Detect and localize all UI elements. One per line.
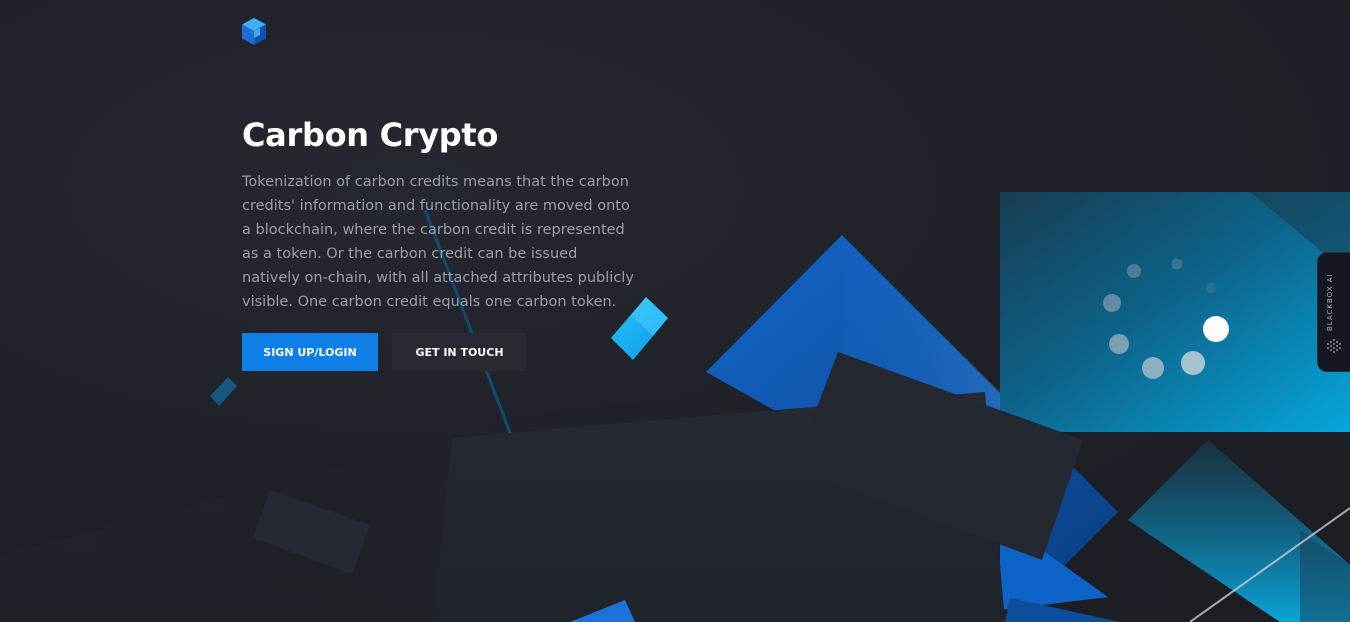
page-title: Carbon Crypto (242, 116, 499, 154)
hero-description: Tokenization of carbon credits means tha… (242, 174, 634, 310)
landing-page: Carbon Crypto Tokenization of carbon cre… (0, 0, 1350, 622)
background-illustration (0, 192, 1350, 622)
dots-grid-icon (1327, 339, 1341, 353)
hero-actions: SIGN UP/LOGIN GET IN TOUCH (242, 333, 527, 371)
widget-label: BLACKBOX AI (1326, 273, 1334, 331)
hero-section: Carbon Crypto Tokenization of carbon cre… (242, 114, 642, 314)
cube-icon[interactable] (242, 18, 266, 45)
blackbox-ai-widget[interactable]: BLACKBOX AI (1317, 252, 1350, 372)
get-in-touch-button[interactable]: GET IN TOUCH (392, 333, 527, 371)
sign-up-login-button[interactable]: SIGN UP/LOGIN (242, 333, 378, 371)
